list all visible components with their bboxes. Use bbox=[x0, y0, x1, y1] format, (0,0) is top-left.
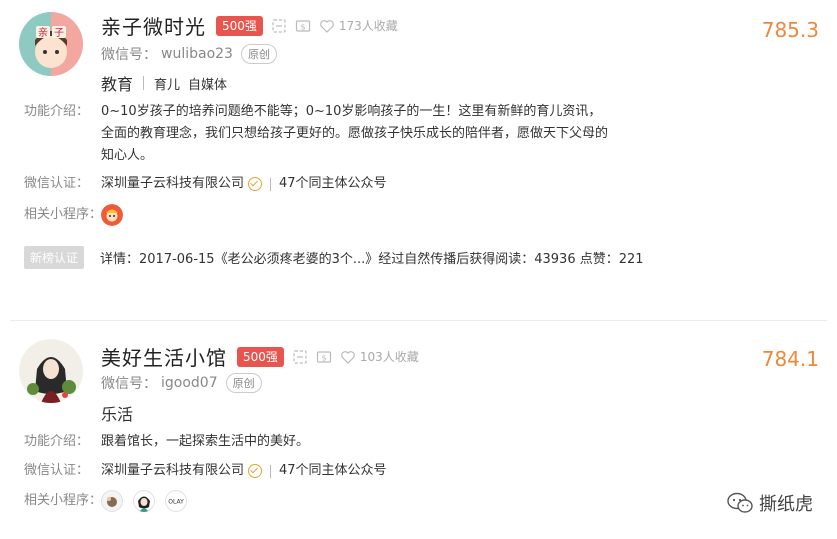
heart-icon[interactable] bbox=[340, 349, 356, 365]
wallet-icon[interactable]: $ bbox=[316, 349, 332, 365]
account-avatar[interactable]: 亲 子 bbox=[19, 12, 83, 76]
watermark: 撕纸虎 bbox=[727, 490, 813, 516]
account-name[interactable]: 美好生活小馆 bbox=[101, 342, 227, 371]
compare-icon[interactable] bbox=[271, 18, 287, 34]
wechat-id-label: 微信号： bbox=[101, 376, 157, 392]
category-main[interactable]: 教育 bbox=[101, 71, 133, 95]
name-row: 美好生活小馆 500强 $ 103人收藏 bbox=[101, 342, 419, 371]
favorite-count: 103人收藏 bbox=[359, 350, 419, 364]
watermark-text: 撕纸虎 bbox=[759, 494, 813, 515]
intro-label: 功能介绍： bbox=[24, 104, 90, 119]
mini-program-icon[interactable] bbox=[101, 204, 123, 226]
rank-score: 785.3 bbox=[761, 18, 819, 42]
category-main[interactable]: 乐活 bbox=[101, 401, 133, 425]
cert-company[interactable]: 深圳量子云科技有限公司 bbox=[101, 460, 244, 482]
wallet-icon[interactable]: $ bbox=[295, 18, 311, 34]
intro-text: 跟着馆长，一起探索生活中的美好。 bbox=[101, 434, 310, 449]
certification-field: 微信认证： 深圳量子云科技有限公司 47个同主体公众号 bbox=[24, 460, 387, 482]
intro-text: 0~10岁孩子的培养问题绝不能等；0~10岁影响孩子的一生！这里有新鲜的育儿资讯… bbox=[101, 104, 609, 163]
avatar-illustration-icon: 亲 子 bbox=[19, 12, 83, 76]
avatar-illustration-icon bbox=[19, 339, 83, 403]
cert-label: 微信认证： bbox=[24, 463, 90, 478]
card-divider bbox=[10, 320, 827, 321]
favorite-count: 173人收藏 bbox=[338, 19, 398, 33]
rank-badge: 500强 bbox=[237, 346, 284, 367]
newrank-detail[interactable]: 详情：2017-06-15《老公必须疼老婆的3个...》经过自然传播后获得阅读：… bbox=[100, 248, 644, 267]
mini-program-icon[interactable]: OLAY bbox=[165, 490, 187, 512]
heart-icon[interactable] bbox=[319, 18, 335, 34]
rank-badge: 500强 bbox=[216, 15, 263, 36]
wechat-id-row: 微信号： igood07 原创 bbox=[101, 373, 262, 393]
category-divider bbox=[143, 76, 145, 90]
newrank-row: 新榜认证 详情：2017-06-15《老公必须疼老婆的3个...》经过自然传播后… bbox=[24, 246, 644, 269]
svg-text:$: $ bbox=[321, 353, 326, 362]
category-row: 乐活 bbox=[101, 401, 133, 425]
wechat-id-label: 微信号： bbox=[101, 47, 157, 63]
wechat-id-row: 微信号： wulibao23 原创 bbox=[101, 44, 277, 64]
verified-check-icon bbox=[248, 177, 263, 191]
mini-program-field: 相关小程序： OLAY bbox=[24, 490, 187, 512]
intro-label: 功能介绍： bbox=[24, 434, 90, 449]
account-avatar[interactable] bbox=[19, 339, 83, 403]
certification-field: 微信认证： 深圳量子云科技有限公司 47个同主体公众号 bbox=[24, 173, 387, 195]
mini-program-field: 相关小程序： bbox=[24, 204, 123, 226]
mini-program-text: OLAY bbox=[168, 499, 184, 506]
account-card: 美好生活小馆 500强 $ 103人收藏 784.1 微信号： igood07 … bbox=[0, 322, 837, 539]
account-name[interactable]: 亲子微时光 bbox=[101, 11, 206, 40]
same-entity-count[interactable]: 47个同主体公众号 bbox=[279, 460, 387, 482]
avatar-text: 亲 bbox=[38, 26, 48, 39]
name-row: 亲子微时光 500强 $ 173人收藏 bbox=[101, 11, 398, 40]
wechat-logo-icon bbox=[727, 492, 753, 513]
cert-company[interactable]: 深圳量子云科技有限公司 bbox=[101, 173, 244, 195]
wechat-id-value: igood07 bbox=[161, 375, 218, 391]
cert-divider bbox=[270, 177, 272, 191]
cert-label: 微信认证： bbox=[24, 176, 90, 191]
mini-program-label: 相关小程序： bbox=[24, 207, 103, 222]
cert-divider bbox=[270, 464, 272, 478]
intro-field: 功能介绍： 跟着馆长，一起探索生活中的美好。 bbox=[24, 431, 309, 453]
category-tag[interactable]: 育儿 bbox=[154, 74, 180, 93]
original-badge: 原创 bbox=[240, 44, 277, 64]
verified-check-icon bbox=[248, 464, 263, 478]
category-tag[interactable]: 自媒体 bbox=[188, 74, 227, 93]
mini-program-label: 相关小程序： bbox=[24, 493, 103, 508]
rank-score: 784.1 bbox=[761, 347, 819, 371]
account-card: 亲 子 亲子微时光 500强 $ 173人收藏 785.3 微信号： wulib… bbox=[0, 0, 837, 300]
newrank-badge: 新榜认证 bbox=[24, 246, 85, 269]
avatar-text: 子 bbox=[54, 27, 64, 39]
wechat-id-value: wulibao23 bbox=[161, 46, 233, 62]
intro-field: 功能介绍： 0~10岁孩子的培养问题绝不能等；0~10岁影响孩子的一生！这里有新… bbox=[24, 101, 824, 167]
same-entity-count[interactable]: 47个同主体公众号 bbox=[279, 173, 387, 195]
mini-program-icon[interactable] bbox=[101, 490, 123, 512]
mini-program-icon[interactable] bbox=[133, 490, 155, 512]
svg-text:$: $ bbox=[300, 22, 305, 31]
category-row: 教育 育儿 自媒体 bbox=[101, 71, 235, 95]
compare-icon[interactable] bbox=[292, 349, 308, 365]
original-badge: 原创 bbox=[225, 373, 262, 393]
